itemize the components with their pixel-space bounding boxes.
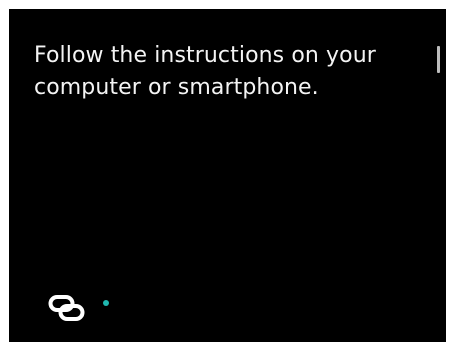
printer-display: Follow the instructions on your computer… bbox=[9, 9, 446, 342]
connection-link-icon bbox=[48, 295, 85, 321]
instruction-message: Follow the instructions on your computer… bbox=[34, 40, 414, 104]
instruction-line-1: Follow the instructions on your bbox=[34, 43, 376, 68]
status-indicator-dot bbox=[103, 300, 109, 306]
instruction-line-2: computer or smartphone. bbox=[34, 75, 319, 100]
scrollbar[interactable] bbox=[437, 46, 440, 73]
